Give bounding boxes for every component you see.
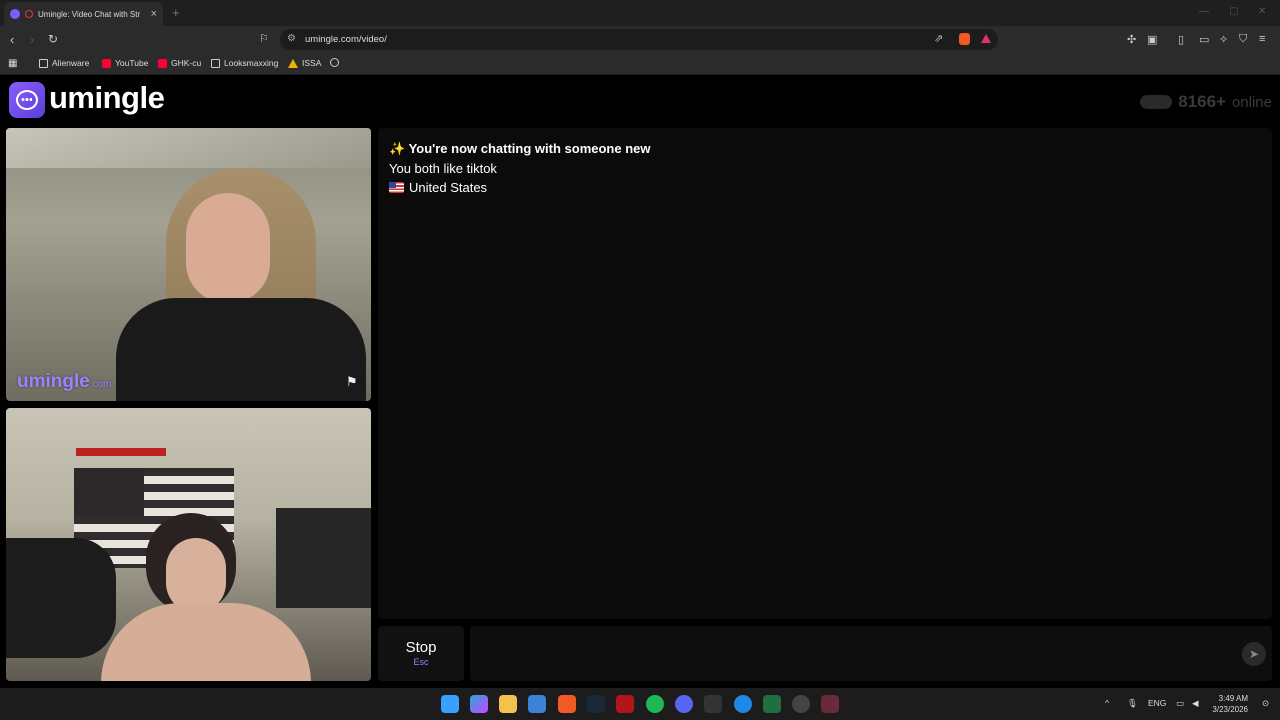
browser-tab[interactable]: Umingle: Video Chat with Str × [4, 2, 163, 26]
close-window-icon[interactable]: ✕ [1258, 6, 1266, 17]
site-logo[interactable]: umingle [49, 80, 165, 116]
umingle-logo-icon[interactable] [9, 82, 45, 118]
bookmark-issa[interactable]: ISSA [288, 58, 321, 68]
online-label: online [1231, 93, 1272, 111]
menu-icon[interactable]: ≡ [1259, 33, 1265, 45]
volume-icon[interactable]: ◀ [1192, 698, 1199, 709]
copilot-icon[interactable] [470, 695, 488, 713]
discord-icon[interactable] [675, 695, 693, 713]
notifications-icon[interactable]: ⊙ [1262, 698, 1269, 709]
epic-games-active-icon[interactable] [821, 695, 839, 713]
red-app-icon[interactable] [616, 695, 634, 713]
flag-red-stripe [76, 448, 166, 456]
site-settings-icon[interactable]: ⚙ [287, 33, 296, 44]
microsoft-store-icon[interactable] [528, 695, 546, 713]
report-flag-icon[interactable]: ⚑ [346, 374, 362, 390]
stranger-face [186, 193, 270, 303]
bookmark-looksmaxxing[interactable]: Looksmaxxing [211, 58, 278, 68]
folder-icon [39, 58, 48, 68]
back-icon[interactable]: ‹ [10, 32, 14, 47]
leo-ai-icon[interactable]: ✧ [1219, 33, 1228, 46]
umingle-page: umingle 8166+ online umingle.com ⚑ ✨ You… [0, 76, 1280, 686]
spotify-icon[interactable] [646, 695, 664, 713]
bookmark-globe[interactable] [330, 58, 339, 67]
chat-intro-message: ✨ You're now chatting with someone new [389, 141, 651, 156]
theme-toggle[interactable] [1140, 95, 1173, 109]
youtube-icon [102, 58, 111, 68]
minimize-icon[interactable]: — [1199, 6, 1209, 17]
self-body [101, 603, 311, 681]
brave-browser-icon[interactable] [558, 695, 576, 713]
address-bar[interactable]: ⚙ umingle.com/video/ ⇗ [280, 29, 998, 50]
chat-bubble-icon [16, 90, 38, 110]
tab-title: Umingle: Video Chat with Str [38, 9, 141, 19]
folder-icon [211, 58, 220, 68]
app-icon[interactable] [792, 695, 810, 713]
browser-tab-bar: Umingle: Video Chat with Str × + — ▢ ✕ [0, 0, 1280, 26]
bookmark-alienware[interactable]: Alienware [39, 58, 89, 68]
brave-rewards-icon[interactable] [981, 34, 991, 43]
clock-time: 3:49 AM [1218, 694, 1248, 703]
network-icon[interactable]: ▭ [1176, 698, 1184, 709]
share-icon[interactable]: ⇗ [934, 32, 943, 45]
brave-shields-icon[interactable] [959, 33, 970, 45]
sidebar-icon[interactable]: ▯ [1178, 33, 1184, 46]
country-line: United States [389, 180, 1261, 195]
maximize-icon[interactable]: ▢ [1229, 6, 1238, 17]
umingle-favicon-icon [10, 9, 20, 19]
vpn-shield-icon[interactable]: ⛉ [1239, 33, 1247, 46]
reload-icon[interactable]: ↻ [48, 32, 58, 46]
stranger-video: umingle.com ⚑ [6, 128, 371, 401]
tab-search-icon[interactable]: ▭ [1199, 33, 1209, 46]
extensions-icon[interactable]: ✣ [1127, 33, 1136, 46]
show-hidden-icons-icon[interactable]: ^ [1105, 698, 1109, 708]
language-indicator[interactable]: ENG [1148, 698, 1166, 708]
epic-games-icon[interactable] [704, 695, 722, 713]
message-input[interactable]: ➤ [470, 626, 1272, 681]
common-interest-message: You both like tiktok [389, 161, 497, 176]
country-name: United States [409, 180, 488, 195]
stop-label: Stop [405, 639, 437, 656]
blue-app-icon[interactable] [734, 695, 752, 713]
bunk-bed [276, 508, 371, 608]
stranger-clothing [116, 298, 366, 401]
bookmarks-bar: ▦ Alienware YouTube GHK-cu Looksmaxxing … [0, 53, 1280, 75]
apps-grid-icon[interactable]: ▦ [8, 58, 17, 69]
browser-toolbar: ‹ › ↻ ⚐ ⚙ umingle.com/video/ ⇗ ✣ ▣ ▯ ▭ ✧… [0, 26, 1280, 53]
youtube-icon [158, 58, 167, 68]
start-menu-icon[interactable] [441, 695, 459, 713]
steam-icon[interactable] [587, 695, 605, 713]
us-flag-icon [389, 182, 404, 193]
send-icon[interactable]: ➤ [1242, 642, 1266, 666]
wallet-icon[interactable]: ▣ [1147, 33, 1157, 46]
url-text[interactable]: umingle.com/video/ [305, 34, 387, 45]
close-tab-icon[interactable]: × [151, 8, 157, 20]
video-watermark: umingle.com [17, 371, 112, 392]
bookmark-ghk-cu[interactable]: GHK-cu [158, 58, 201, 68]
self-face [166, 538, 226, 613]
stop-button[interactable]: Stop Esc [378, 626, 464, 681]
bookmark-youtube[interactable]: YouTube [102, 58, 148, 68]
globe-icon [330, 58, 339, 67]
online-count: 8166+ [1178, 92, 1226, 111]
online-counter: 8166+ online [1140, 92, 1272, 112]
clock-date: 3/23/2026 [1212, 705, 1248, 714]
recording-indicator-icon [25, 10, 33, 18]
new-tab-button[interactable]: + [172, 5, 180, 20]
stop-shortcut: Esc [413, 657, 429, 667]
chat-panel: ✨ You're now chatting with someone new Y… [378, 128, 1272, 619]
issa-icon [288, 58, 298, 68]
self-video [6, 408, 371, 681]
file-explorer-icon[interactable] [499, 695, 517, 713]
bookmark-icon[interactable]: ⚐ [259, 32, 269, 45]
windows-taskbar: ^ 🎙 ENG ▭ ◀ 3:49 AM 3/23/2026 ⊙ [0, 688, 1280, 720]
system-clock[interactable]: 3:49 AM 3/23/2026 [1212, 693, 1248, 715]
microphone-arm [6, 538, 116, 658]
excel-icon[interactable] [763, 695, 781, 713]
forward-icon[interactable]: › [30, 32, 34, 47]
video-background [6, 128, 371, 168]
microphone-icon[interactable]: 🎙 [1127, 698, 1138, 709]
